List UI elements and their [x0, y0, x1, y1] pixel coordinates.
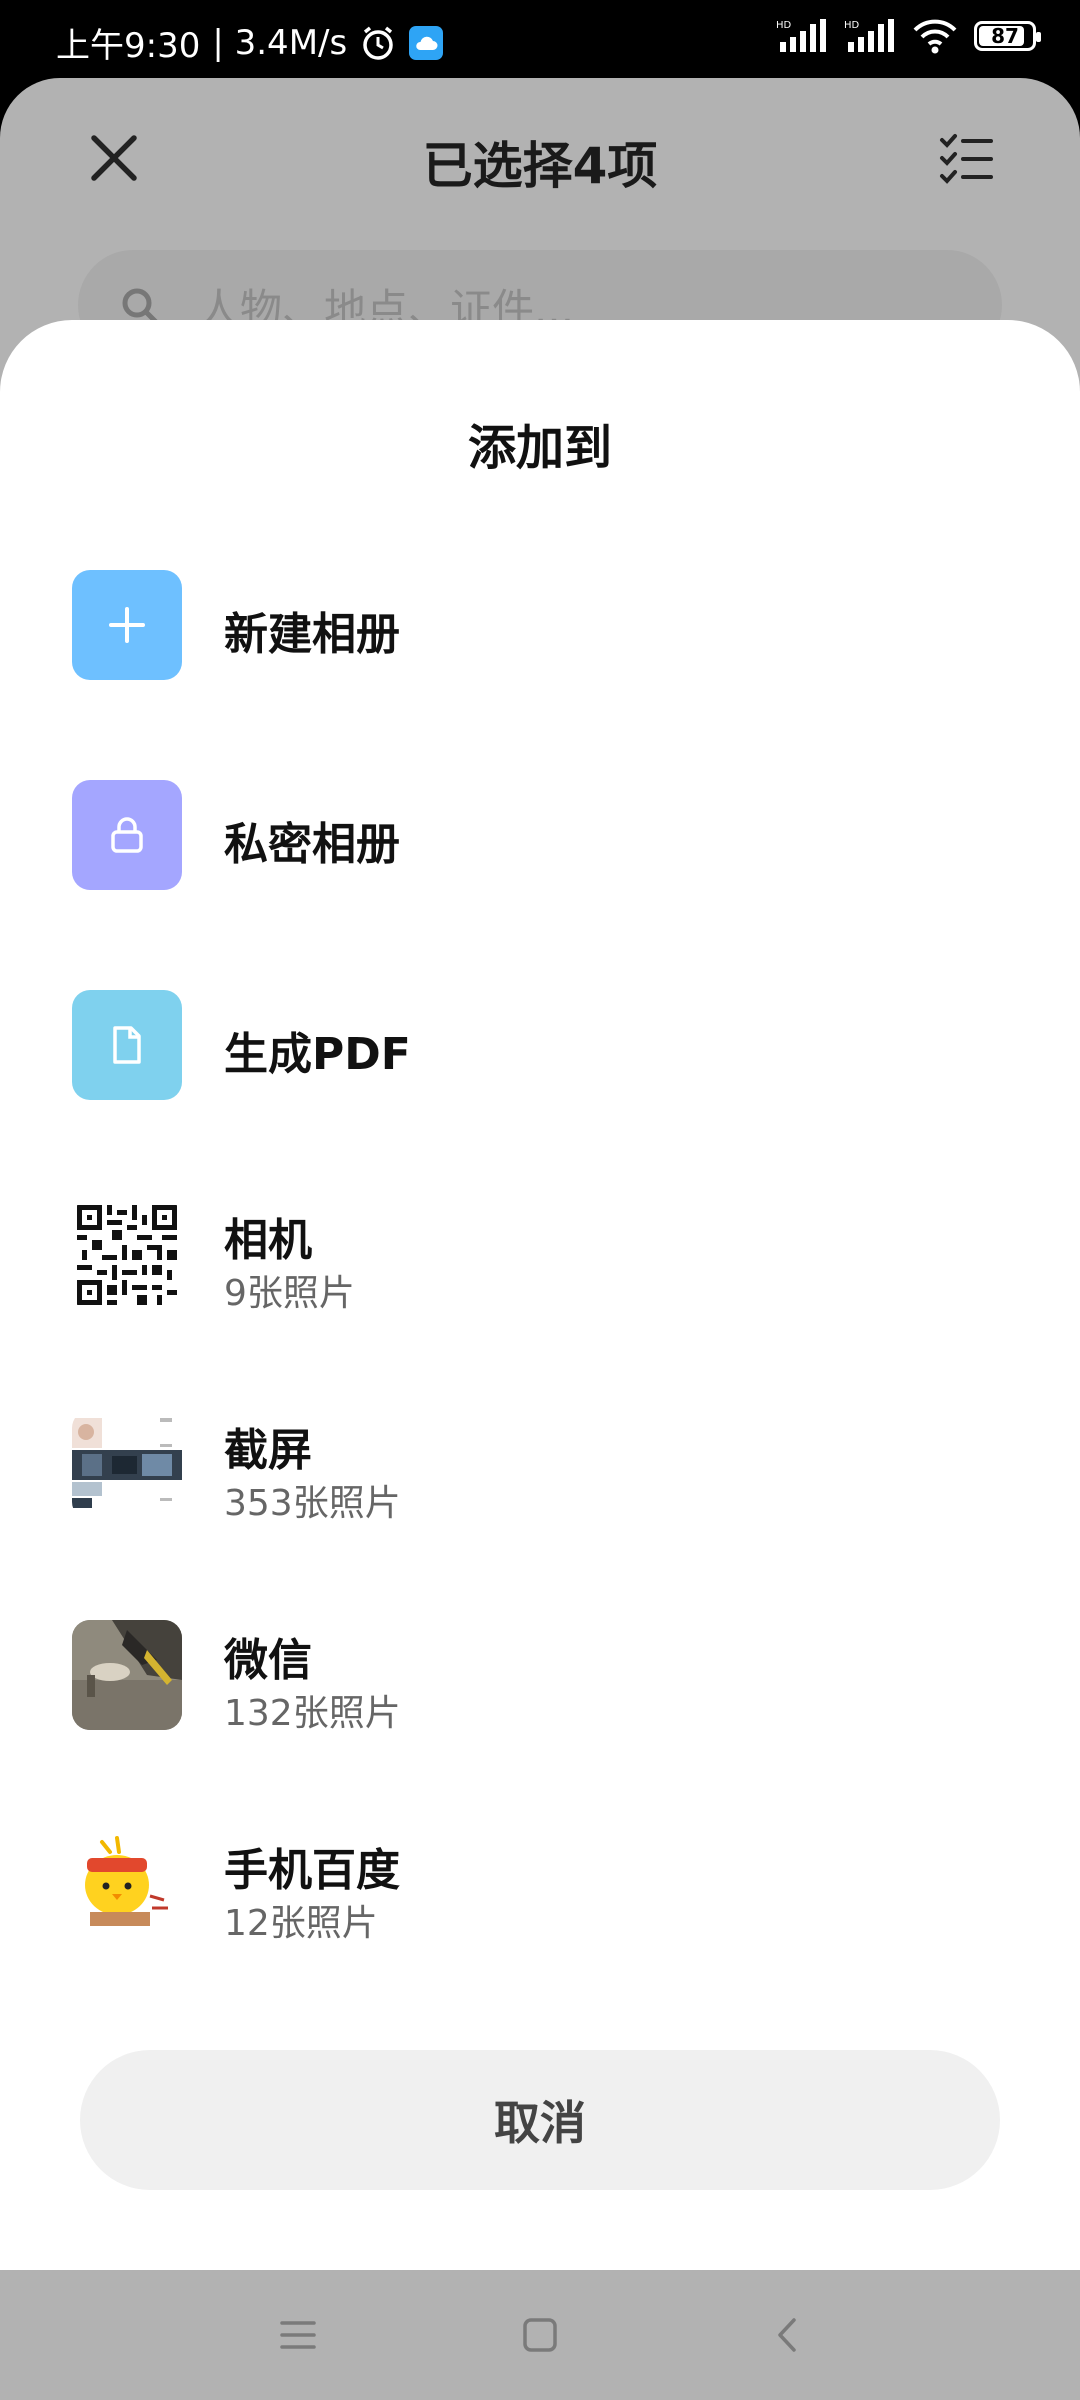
- option-label: 私密相册: [224, 819, 400, 870]
- album-wechat[interactable]: 微信 132张照片: [0, 1580, 1080, 1750]
- album-baidu[interactable]: 手机百度 12张照片: [0, 1790, 1080, 1960]
- album-camera[interactable]: 相机 9张照片: [0, 1160, 1080, 1330]
- album-name: 截屏: [224, 1425, 312, 1476]
- option-label: 新建相册: [224, 609, 400, 660]
- album-name: 相机: [224, 1215, 312, 1266]
- cloud-icon: [409, 25, 444, 60]
- battery-level: 87: [991, 24, 1019, 48]
- cancel-button[interactable]: 取消: [80, 2050, 1000, 2190]
- photo-thumbnail: [72, 1620, 182, 1730]
- status-time: 上午9:30: [56, 26, 201, 66]
- photo-count: 12张照片: [224, 1903, 378, 1944]
- plus-icon: [72, 570, 182, 680]
- back-button[interactable]: [768, 2315, 808, 2355]
- sticker-thumbnail: [72, 1830, 182, 1940]
- checklist-icon: [940, 134, 993, 184]
- lock-icon: [72, 780, 182, 890]
- photo-count: 132张照片: [224, 1693, 401, 1734]
- home-button[interactable]: [520, 2315, 560, 2355]
- svg-text:HD: HD: [844, 20, 860, 31]
- selection-header: 已选择4项: [0, 78, 1080, 248]
- screenshot-thumbnail: [72, 1410, 182, 1520]
- battery-icon: 87: [974, 21, 1041, 51]
- wifi-icon: [912, 18, 958, 54]
- back-icon: [778, 2318, 796, 2352]
- menu-button[interactable]: [278, 2315, 318, 2355]
- album-name: 微信: [224, 1635, 312, 1686]
- sheet-title: 添加到: [467, 420, 612, 476]
- svg-text:HD: HD: [776, 20, 792, 31]
- hd-signal-icon: HD: [844, 18, 896, 54]
- photo-count: 353张照片: [224, 1483, 401, 1524]
- select-all-button[interactable]: [936, 128, 996, 188]
- status-bar: 上午9:30 | 3.4M/s HD HD 87: [0, 0, 1080, 78]
- navigation-bar: [0, 2270, 1080, 2400]
- album-name: 手机百度: [224, 1845, 400, 1896]
- private-album-option[interactable]: 私密相册: [0, 740, 1080, 910]
- network-speed: | 3.4M/s: [212, 22, 348, 63]
- page-title: 已选择4项: [422, 137, 658, 195]
- album-screenshots[interactable]: 截屏 353张照片: [0, 1370, 1080, 1540]
- generate-pdf-option[interactable]: 生成PDF: [0, 950, 1080, 1120]
- alarm-icon: [359, 24, 397, 62]
- menu-icon: [280, 2321, 316, 2349]
- add-to-sheet: 添加到 新建相册 私密相册 生成PDF 相机 9张照片 截屏 353张照片 微信…: [0, 320, 1080, 2270]
- option-label: 生成PDF: [224, 1029, 411, 1080]
- qr-thumbnail: [72, 1200, 182, 1310]
- photo-count: 9张照片: [224, 1273, 355, 1314]
- new-album-option[interactable]: 新建相册: [0, 530, 1080, 700]
- hd-signal-icon: HD: [776, 18, 828, 54]
- home-icon: [523, 2318, 557, 2352]
- document-icon: [72, 990, 182, 1100]
